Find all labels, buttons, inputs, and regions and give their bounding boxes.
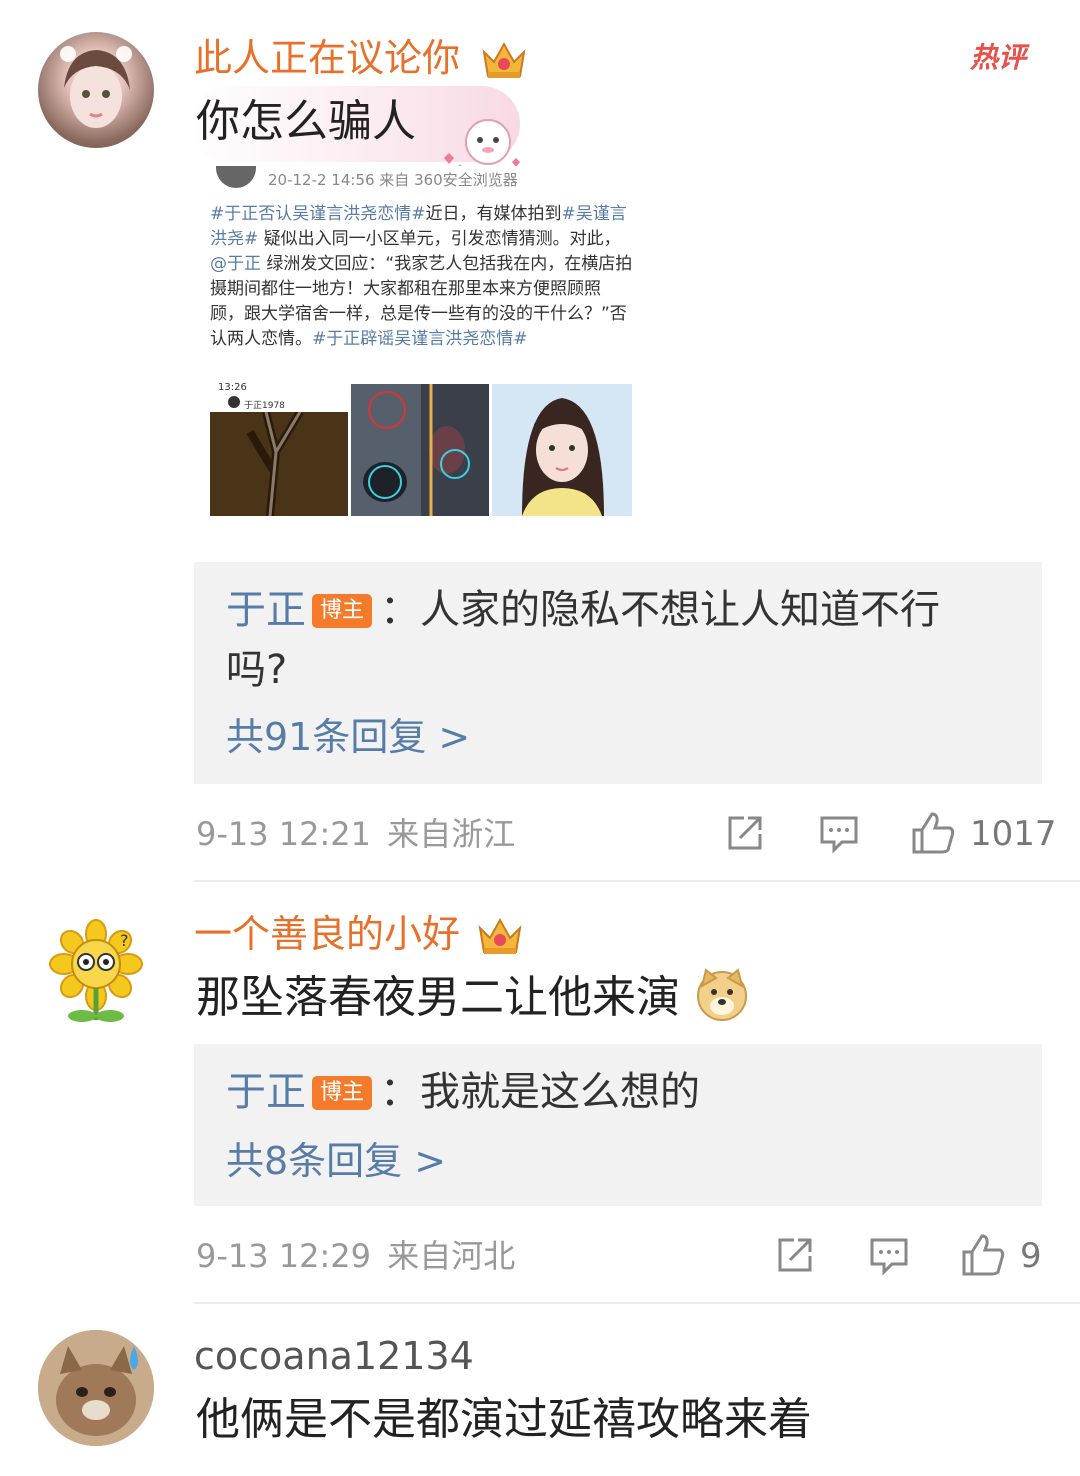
- reply-text: ：我就是这么想的: [380, 1069, 701, 1115]
- comment-meta: 9-13 12:29 来自河北: [196, 1236, 515, 1276]
- comment-icon[interactable]: [868, 1234, 910, 1276]
- avatar[interactable]: [38, 1330, 154, 1446]
- post-avatar: [216, 166, 256, 188]
- comment-text: 那坠落春夜男二让他来演: [196, 972, 680, 1023]
- post-thumbnail-cctv[interactable]: [351, 384, 489, 516]
- post-text: #于正否认吴谨言洪尧恋情#近日，有媒体拍到#吴谨言洪尧# 疑似出入同一小区单元，…: [210, 202, 634, 352]
- phone-status-bar: 13:26 于正1978: [210, 382, 348, 412]
- like-count: 9: [1020, 1236, 1042, 1276]
- svg-text:?: ?: [120, 931, 129, 950]
- comment-location: 来自浙江: [387, 815, 516, 853]
- crown-icon: [476, 914, 524, 958]
- comment-icon[interactable]: [818, 812, 860, 854]
- avatar[interactable]: ?: [38, 912, 154, 1028]
- username[interactable]: 一个善良的小好: [194, 910, 460, 958]
- blogger-badge: 博主: [312, 594, 373, 628]
- post-thumbnail-portrait[interactable]: [492, 384, 632, 516]
- comment-divider: [194, 1302, 1080, 1304]
- doge-emoji-icon: [694, 966, 750, 1022]
- view-more-replies-link[interactable]: 共8条回复 >: [226, 1136, 446, 1186]
- post-text-segment: 疑似出入同一小区单元，引发恋情猜测。对此，: [258, 229, 621, 249]
- comment-text: 他俩是不是都演过延禧攻略来着: [196, 1394, 812, 1445]
- like-count: 1017: [970, 814, 1057, 854]
- share-icon[interactable]: [724, 812, 766, 854]
- reply-author[interactable]: 于正: [226, 587, 306, 633]
- blogger-badge: 博主: [312, 1076, 373, 1110]
- comment-time: 9-13 12:29: [196, 1237, 372, 1275]
- reply-content: 于正 博主 ：人家的隐私不想让人知道不行吗?: [226, 580, 982, 700]
- reply-author[interactable]: 于正: [226, 1069, 306, 1115]
- comment-divider: [194, 880, 1080, 882]
- comment-meta: 9-13 12:21 来自浙江: [196, 814, 515, 854]
- reply-preview[interactable]: 于正 博主 ：我就是这么想的 共8条回复 >: [194, 1044, 1042, 1206]
- view-more-replies-link[interactable]: 共91条回复 >: [226, 712, 470, 762]
- phone-avatar: [228, 396, 240, 408]
- phone-time: 13:26: [218, 382, 247, 393]
- crown-icon: [480, 38, 528, 82]
- reply-preview[interactable]: 于正 博主 ：人家的隐私不想让人知道不行吗? 共91条回复 >: [194, 562, 1042, 784]
- comment-location: 来自河北: [387, 1237, 516, 1275]
- hot-comment-badge: 热评: [970, 41, 1027, 74]
- comment-time: 9-13 12:21: [196, 815, 372, 853]
- post-mention[interactable]: @于正: [210, 254, 261, 274]
- share-icon[interactable]: [774, 1234, 816, 1276]
- post-thumbnail-tree[interactable]: [210, 412, 348, 516]
- reply-content: 于正 博主 ：我就是这么想的: [226, 1062, 982, 1122]
- post-text-segment: 近日，有媒体拍到: [425, 204, 562, 224]
- thumbs-up-icon[interactable]: [960, 1232, 1006, 1278]
- post-tag[interactable]: #于正辟谣吴谨言洪尧恋情#: [312, 329, 528, 349]
- post-tag[interactable]: #于正否认吴谨言洪尧恋情#: [210, 204, 426, 224]
- post-screenshot-image[interactable]: 20-12-2 14:56 来自 360安全浏览器 #于正否认吴谨言洪尧恋情#近…: [208, 166, 640, 518]
- thumbs-up-icon[interactable]: [910, 810, 956, 856]
- avatar[interactable]: [38, 32, 154, 148]
- username[interactable]: 此人正在议论你: [194, 34, 460, 82]
- comment-text: 你怎么骗人: [196, 96, 416, 147]
- post-header-text: 20-12-2 14:56 来自 360安全浏览器: [268, 171, 518, 189]
- phone-username: 于正1978: [244, 401, 285, 411]
- username[interactable]: cocoana12134: [194, 1332, 474, 1380]
